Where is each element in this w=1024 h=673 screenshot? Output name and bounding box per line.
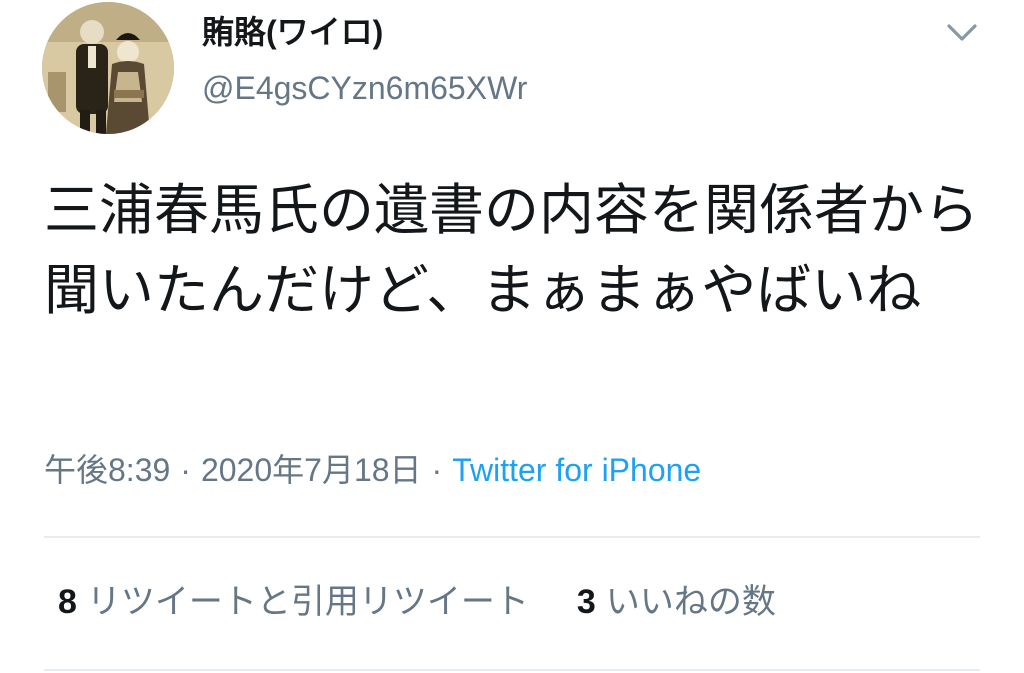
tweet-date[interactable]: 2020年7月18日 [201,452,422,488]
display-name[interactable]: 賄賂(ワイロ) [202,12,383,52]
retweets-stat[interactable]: 8 リツイートと引用リツイート [58,580,529,624]
tweet-source-link[interactable]: Twitter for iPhone [452,452,701,488]
avatar-image [42,2,174,134]
tweet-text: 三浦春馬氏の遺書の内容を関係者から聞いたんだけど、まぁまぁやばいね [44,179,980,321]
retweets-count: 8 [58,583,77,621]
meta-separator: · [431,452,443,488]
likes-label: いいねの数 [605,583,776,621]
tweet-time[interactable]: 午後8:39 [44,452,170,488]
divider [44,669,980,671]
likes-stat[interactable]: 3 いいねの数 [577,580,776,624]
retweets-label: リツイートと引用リツイート [86,583,529,621]
user-handle[interactable]: @E4gsCYzn6m65XWr [202,68,527,108]
chevron-down-icon[interactable] [942,16,982,48]
meta-separator: · [180,452,191,488]
divider [44,536,980,538]
likes-count: 3 [576,583,596,621]
tweet-stats: 8 リツイートと引用リツイート 3 いいねの数 [58,580,776,624]
tweet-card: 賄賂(ワイロ) @E4gsCYzn6m65XWr 三浦春馬氏の遺書の内容を関係者… [0,0,1024,673]
tweet-metadata: 午後8:39 · 2020年7月18日 · Twitter for iPhone [44,448,701,492]
avatar[interactable] [42,2,174,134]
